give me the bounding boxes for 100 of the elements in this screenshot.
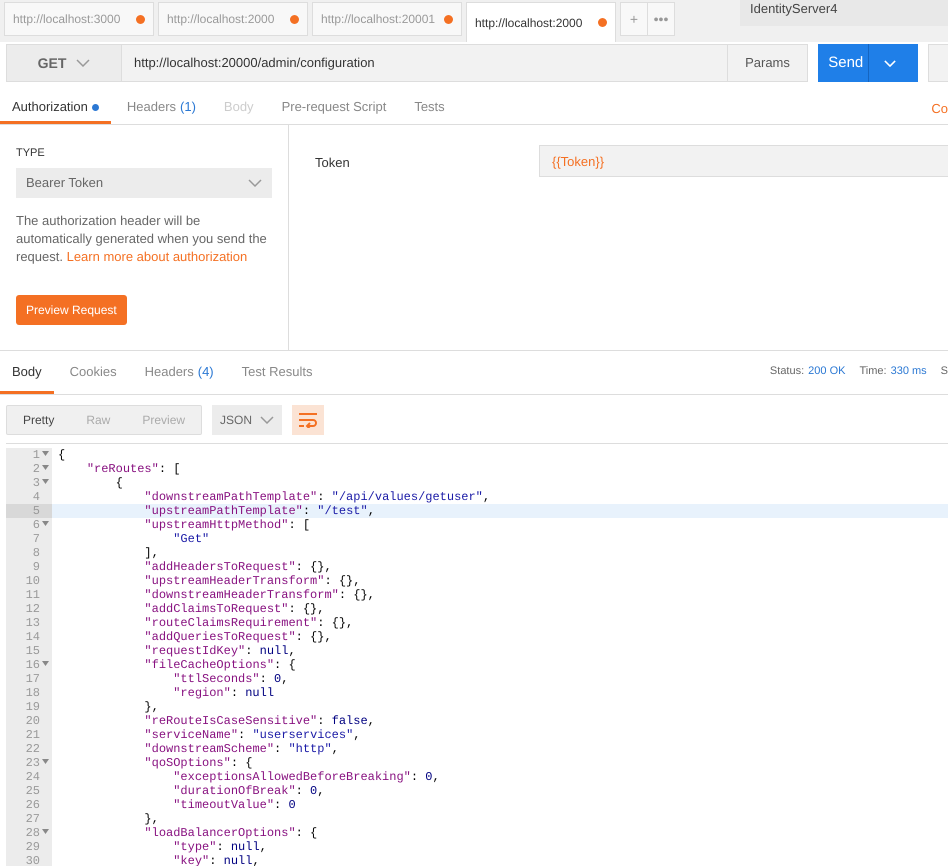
code-line: "downstreamPathTemplate": "/api/values/getuser", [143,490,490,504]
line-number: 14 [26,630,40,644]
request-tab[interactable]: http://localhost:3000 [4,2,154,36]
cookies-link[interactable]: Co [931,98,948,118]
response-tab[interactable]: Body [0,353,54,394]
line-number: 26 [26,798,40,812]
format-select[interactable]: JSON [212,405,282,435]
line-number: 18 [26,686,40,700]
code-line: "Get" [172,532,210,546]
editor-tab[interactable]: Authorization [0,93,111,124]
view-mode-button[interactable]: Preview [126,406,202,434]
fold-caret-icon[interactable] [42,479,48,484]
line-number: 8 [32,546,40,560]
new-tab-button[interactable]: + [620,2,648,36]
line-number: 9 [32,560,40,574]
line-number: 3 [32,476,40,490]
line-number: 13 [26,616,40,630]
fold-caret-icon[interactable] [42,465,48,470]
code-line: "upstreamHttpMethod": [ [143,518,310,532]
code-line: "upstreamHeaderTransform": {}, [143,574,360,588]
auth-type-select[interactable]: Bearer Token [16,168,272,198]
editor-tab[interactable]: Headers (1) [114,93,208,124]
method-select[interactable]: GET [6,44,122,82]
more-button[interactable]: ••• [647,2,675,36]
wrap-lines-icon [298,412,318,428]
line-number: 7 [32,532,40,546]
request-tab[interactable]: http://localhost:2000 [158,2,308,36]
line-number: 29 [26,840,40,854]
code-line: "requestIdKey": null, [143,644,296,658]
line-number: 5 [32,504,40,518]
environment-select[interactable]: IdentityServer4 [740,0,948,26]
code-line: "region": null [172,686,274,700]
code-line: "downstreamHeaderTransform": {}, [143,588,375,602]
line-number: 19 [26,700,40,714]
code-line: "type": null, [172,840,267,854]
fold-caret-icon[interactable] [42,759,48,764]
line-number: 21 [26,728,40,742]
code-line: "routeClaimsRequirement": {}, [143,616,354,630]
response-tab[interactable]: Headers (4) [132,353,226,394]
response-tab[interactable]: Cookies [58,353,129,394]
line-number: 4 [32,490,40,504]
preview-request-button[interactable]: Preview Request [16,294,127,324]
line-number: 27 [26,812,40,826]
fold-caret-icon[interactable] [42,521,48,526]
response-tab[interactable]: Test Results [230,353,324,394]
code-line: "serviceName": "userservices", [143,728,360,742]
line-number: 23 [26,756,40,770]
send-button[interactable]: Send [818,44,918,82]
line-number: 24 [26,770,40,784]
editor-tab[interactable]: Tests [402,93,457,124]
code-line: ], [143,546,159,560]
request-tab[interactable]: http://localhost:20001 [312,2,462,36]
line-number: 22 [26,742,40,756]
code-line: "durationOfBreak": 0, [172,784,324,798]
code-line: }, [143,700,159,714]
line-number: 20 [26,714,40,728]
editor-tab[interactable]: Pre-request Script [270,93,398,124]
code-line: "upstreamPathTemplate": "/test", [143,504,375,518]
code-line: "qoSOptions": { [143,756,252,770]
view-mode-button[interactable]: Pretty [7,406,70,434]
line-number: 25 [26,784,40,798]
line-number: 30 [26,854,40,866]
token-label: Token [315,154,351,172]
response-stat: Time: 330 ms [859,364,927,380]
caret-icon [260,416,274,424]
fold-caret-icon[interactable] [42,829,48,834]
line-number: 6 [32,518,40,532]
code-line: "addClaimsToRequest": {}, [143,602,324,616]
code-line: { [114,476,123,490]
code-line: "exceptionsAllowedBeforeBreaking": 0, [172,770,440,784]
line-number: 28 [26,826,40,840]
url-field[interactable]: http://localhost:20000/admin/configuration [122,44,728,82]
line-number: 12 [26,602,40,616]
response-stat: Status: 200 OK [770,364,846,380]
caret-icon [76,59,90,67]
code-line: "timeoutValue": 0 [172,798,296,812]
code-line: "fileCacheOptions": { [143,658,296,672]
wrap-button[interactable] [292,405,324,435]
code-line: "addQueriesToRequest": {}, [143,630,332,644]
line-number: 16 [26,658,40,672]
caret-icon [884,60,896,66]
line-number: 11 [26,588,40,602]
line-number: 10 [26,574,40,588]
request-tab[interactable]: http://localhost:2000 [466,2,616,42]
code-line: "reRouteIsCaseSensitive": false, [143,714,375,728]
params-button[interactable]: Params [728,44,808,82]
code-line: "loadBalancerOptions": { [143,826,318,840]
line-number: 2 [32,462,40,476]
code-line: "ttlSeconds": 0, [172,672,288,686]
view-mode-button[interactable]: Raw [70,406,126,434]
help-text: The authorization header will be automatically generated when you send the request. Learn more about authorization [16,212,268,266]
token-field[interactable]: {{Token}} [539,145,948,177]
fold-caret-icon[interactable] [42,661,48,666]
fold-caret-icon[interactable] [42,451,48,456]
line-number: 1 [32,448,40,462]
line-number: 15 [26,644,40,658]
code-line: { [57,448,66,462]
code-line: "addHeadersToRequest": {}, [143,560,332,574]
line-number: 17 [26,672,40,686]
learn-more-link[interactable]: Learn more about authorization [66,248,248,264]
